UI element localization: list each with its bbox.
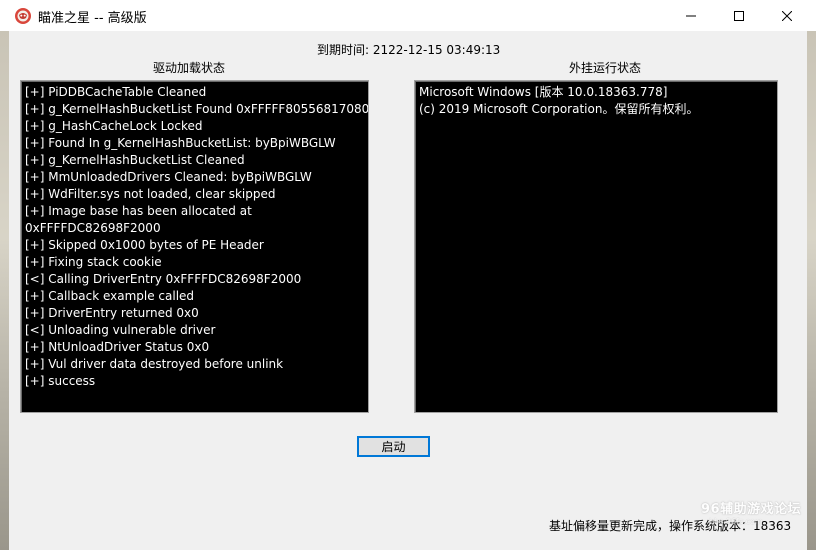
app-star-icon — [14, 7, 32, 25]
watermark-url: bbs.96fz.com — [709, 517, 763, 526]
start-button[interactable]: 启动 — [357, 436, 430, 457]
log-line: [+] success — [25, 374, 96, 388]
driver-status-console[interactable]: [+] PiDDBCacheTable Cleaned [+] g_Kernel… — [20, 80, 369, 413]
minimize-button[interactable] — [668, 0, 714, 31]
maximize-button[interactable] — [716, 0, 762, 31]
log-line: Microsoft Windows [版本 10.0.18363.778] — [419, 85, 668, 99]
title-bar[interactable]: 瞄准之星 -- 高级版 — [0, 0, 816, 31]
log-line: [+] Callback example called — [25, 289, 195, 303]
cheat-status-console[interactable]: Microsoft Windows [版本 10.0.18363.778] (c… — [414, 80, 778, 413]
close-button[interactable] — [764, 0, 810, 31]
log-line: [+] NtUnloadDriver Status 0x0 — [25, 340, 210, 354]
client-area: 到期时间: 2122-12-15 03:49:13 驱动加载状态 外挂运行状态 … — [9, 31, 807, 550]
maximize-icon — [734, 10, 744, 21]
log-line: [+] Skipped 0x1000 bytes of PE Header — [25, 238, 264, 252]
log-line: [+] Vul driver data destroyed before unl… — [25, 357, 284, 371]
log-line: [+] g_KernelHashBucketList Found 0xFFFFF… — [25, 102, 369, 116]
log-line: [+] MmUnloadedDrivers Cleaned: byBpiWBGL… — [25, 170, 312, 184]
window-title: 瞄准之星 -- 高级版 — [38, 11, 147, 26]
log-line: [+] Fixing stack cookie — [25, 255, 162, 269]
app-window: 瞄准之星 -- 高级版 到期时间: 2122-12-15 03:49:13 驱动… — [0, 0, 816, 550]
log-line: [<] Calling DriverEntry 0xFFFFDC82698F20… — [25, 272, 302, 286]
close-icon — [782, 10, 792, 21]
log-line: [+] WdFilter.sys not loaded, clear skipp… — [25, 187, 276, 201]
log-line: [+] Image base has been allocated at — [25, 204, 252, 218]
minimize-icon — [686, 11, 696, 21]
log-line: [+] g_KernelHashBucketList Cleaned — [25, 153, 245, 167]
log-line: [<] Unloading vulnerable driver — [25, 323, 216, 337]
log-line: [+] Found In g_KernelHashBucketList: byB… — [25, 136, 336, 150]
log-line: 0xFFFFDC82698F2000 — [25, 221, 161, 235]
log-line: (c) 2019 Microsoft Corporation。保留所有权利。 — [419, 102, 699, 116]
cheat-status-label: 外挂运行状态 — [569, 61, 642, 75]
log-line: [+] g_HashCacheLock Locked — [25, 119, 203, 133]
log-line: [+] DriverEntry returned 0x0 — [25, 306, 199, 320]
watermark-logo: 96辅助游戏论坛 — [701, 502, 802, 517]
expiry-time: 到期时间: 2122-12-15 03:49:13 — [317, 43, 501, 57]
driver-status-label: 驱动加载状态 — [153, 61, 226, 75]
log-line: [+] PiDDBCacheTable Cleaned — [25, 85, 207, 99]
